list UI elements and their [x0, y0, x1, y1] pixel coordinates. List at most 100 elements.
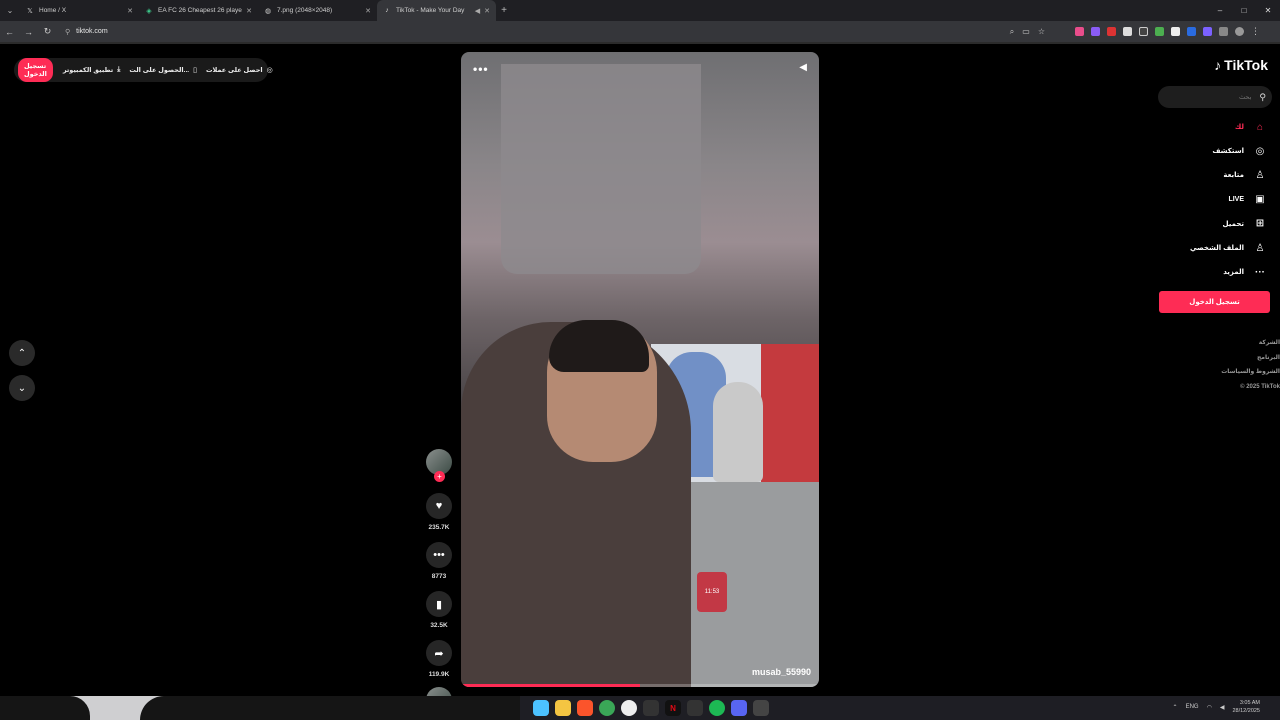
- sidebar-item-for-you[interactable]: لك ⌂: [1148, 115, 1268, 139]
- windows-start-icon[interactable]: [533, 700, 549, 716]
- extension-icon[interactable]: [1091, 27, 1100, 36]
- bookmark-icon[interactable]: ▮: [426, 591, 452, 617]
- tiktok-page: تسجيل الدخول تطبيق الكمبيوتر ⤓ الحصول عل…: [0, 44, 1280, 713]
- video-actions: + ♥ 235.7K ••• 8773 ▮ 32.5K ➦ 119.9K: [424, 449, 454, 713]
- coin-icon: ◎: [266, 67, 273, 74]
- omnibox-tools: ⌕ ▭ ☆: [1010, 27, 1045, 37]
- close-icon[interactable]: ✕: [365, 7, 371, 15]
- sidebar-item-explore[interactable]: استكشف ◎: [1148, 139, 1268, 163]
- like-action[interactable]: ♥ 235.7K: [426, 493, 452, 531]
- tab-futbin[interactable]: ◈ EA FC 26 Cheapest 26 players | ✕: [139, 0, 258, 21]
- footer-copyright: © 2025 TikTok: [1240, 383, 1280, 390]
- url-text: tiktok.com: [76, 28, 108, 35]
- app-icon[interactable]: [643, 700, 659, 716]
- video-username[interactable]: musab_55990: [752, 667, 811, 677]
- sidebar-item-label: المزيد: [1223, 269, 1244, 277]
- footer-link-program[interactable]: البرنامج: [1221, 351, 1280, 366]
- close-icon[interactable]: ✕: [246, 7, 252, 15]
- footer-link-terms[interactable]: الشروط والسياسات: [1221, 365, 1280, 380]
- chrome-icon[interactable]: [599, 700, 615, 716]
- profile-icon: ♙: [1255, 242, 1265, 254]
- creator-avatar[interactable]: +: [426, 449, 452, 482]
- netflix-icon[interactable]: N: [665, 700, 681, 716]
- sidebar-nav: لك ⌂ استكشف ◎ متابعة ♙ LIVE ▣ تحميل ⊞ ال…: [1148, 115, 1268, 284]
- live-icon: ▣: [1255, 194, 1265, 206]
- extension-icon[interactable]: [1203, 27, 1212, 36]
- video-progress-bar[interactable]: [461, 684, 819, 687]
- tab-image[interactable]: ◍ 7.png (2048×2048) ✕: [258, 0, 377, 21]
- bookmark-star-icon[interactable]: ☆: [1038, 27, 1045, 37]
- close-icon[interactable]: ✕: [127, 7, 133, 15]
- footer-link-company[interactable]: الشركة: [1221, 336, 1280, 351]
- sidebar-item-following[interactable]: متابعة ♙: [1148, 163, 1268, 187]
- speaker-icon[interactable]: ◀︎: [799, 62, 807, 73]
- maximize-button[interactable]: □: [1232, 6, 1256, 15]
- sidebar-login-button[interactable]: تسجيل الدخول: [1159, 291, 1270, 313]
- speaker-icon[interactable]: ◀︎: [475, 7, 480, 15]
- search-icon[interactable]: ⚲: [1259, 92, 1266, 103]
- extension-icon[interactable]: [1171, 27, 1180, 36]
- search-input[interactable]: بحث ⚲: [1158, 86, 1272, 108]
- extension-icon[interactable]: [1155, 27, 1164, 36]
- tab-tiktok[interactable]: ♪ TikTok - Make Your Day ◀︎ ✕: [377, 0, 496, 21]
- sidebar-item-upload[interactable]: تحميل ⊞: [1148, 212, 1268, 236]
- bookmark-action[interactable]: ▮ 32.5K: [426, 591, 452, 629]
- extension-icon[interactable]: [1075, 27, 1084, 36]
- back-icon[interactable]: ←: [0, 27, 19, 37]
- url-field[interactable]: ⚲ tiktok.com ⌕ ▭ ☆: [60, 23, 1045, 40]
- sidebar-item-label: تحميل: [1222, 220, 1244, 228]
- follow-plus-button[interactable]: +: [434, 471, 445, 482]
- app-icon[interactable]: [621, 700, 637, 716]
- get-coins-label: احصل على عملات: [205, 67, 263, 74]
- discord-icon[interactable]: [731, 700, 747, 716]
- forward-icon[interactable]: →: [19, 27, 38, 37]
- previous-video-button[interactable]: ⌃: [9, 340, 35, 366]
- menu-icon[interactable]: ⋮: [1251, 26, 1260, 37]
- new-tab-button[interactable]: +: [496, 5, 512, 16]
- tab-x[interactable]: 𝕏 Home / X ✕: [20, 0, 139, 21]
- share-icon[interactable]: ➦: [426, 640, 452, 666]
- sidebar-item-more[interactable]: المزيد ···: [1148, 260, 1268, 284]
- video-progress-fill: [461, 684, 640, 687]
- next-video-button[interactable]: ⌄: [9, 375, 35, 401]
- get-coins-link[interactable]: احصل على عملات ◎: [206, 66, 273, 74]
- video-more-button[interactable]: •••: [473, 62, 489, 76]
- spotify-icon[interactable]: [709, 700, 725, 716]
- extension-icon[interactable]: [1123, 27, 1132, 36]
- app-icon[interactable]: [753, 700, 769, 716]
- desktop-app-link[interactable]: تطبيق الكمبيوتر ⤓: [63, 66, 121, 74]
- puzzle-icon[interactable]: [1219, 27, 1228, 36]
- get-app-link[interactable]: الحصول على الت... ▯: [129, 66, 197, 74]
- tiktok-logo[interactable]: ♪ TikTok: [1214, 57, 1268, 73]
- extension-icon[interactable]: [1107, 27, 1116, 36]
- sidebar-item-profile[interactable]: الملف الشخصي ♙: [1148, 236, 1268, 260]
- chevron-up-icon[interactable]: ⌃: [1173, 704, 1178, 711]
- top-login-button[interactable]: تسجيل الدخول: [18, 58, 53, 82]
- sidebar-item-label: لك: [1234, 124, 1244, 132]
- close-window-button[interactable]: ✕: [1256, 6, 1280, 15]
- site-info-icon[interactable]: ⚲: [65, 28, 70, 36]
- reload-icon[interactable]: ↻: [38, 26, 57, 37]
- comment-action[interactable]: ••• 8773: [426, 542, 452, 580]
- wifi-icon[interactable]: ◠: [1207, 704, 1212, 711]
- app-icon[interactable]: [687, 700, 703, 716]
- sidebar-item-label: استكشف: [1212, 148, 1244, 156]
- share-action[interactable]: ➦ 119.9K: [426, 640, 452, 678]
- comment-icon[interactable]: •••: [426, 542, 452, 568]
- brave-icon[interactable]: [577, 700, 593, 716]
- sidebar-item-live[interactable]: LIVE ▣: [1148, 188, 1268, 212]
- volume-icon[interactable]: ◀︎: [1220, 704, 1225, 711]
- extension-icon[interactable]: [1139, 27, 1148, 36]
- language-indicator[interactable]: ENG: [1186, 704, 1199, 710]
- zoom-icon[interactable]: ⌕: [1010, 27, 1014, 37]
- close-icon[interactable]: ✕: [484, 7, 490, 15]
- cast-icon[interactable]: ▭: [1022, 27, 1030, 37]
- profile-avatar[interactable]: [1235, 27, 1244, 36]
- extension-icon[interactable]: [1187, 27, 1196, 36]
- clock[interactable]: 3:05 AM 28/12/2025: [1232, 699, 1260, 715]
- heart-icon[interactable]: ♥: [426, 493, 452, 519]
- file-explorer-icon[interactable]: [555, 700, 571, 716]
- minimize-button[interactable]: –: [1208, 6, 1232, 15]
- video-player[interactable]: 11:53 ••• ◀︎ musab_55990: [461, 52, 819, 687]
- tab-search-icon[interactable]: ⌄: [0, 0, 20, 21]
